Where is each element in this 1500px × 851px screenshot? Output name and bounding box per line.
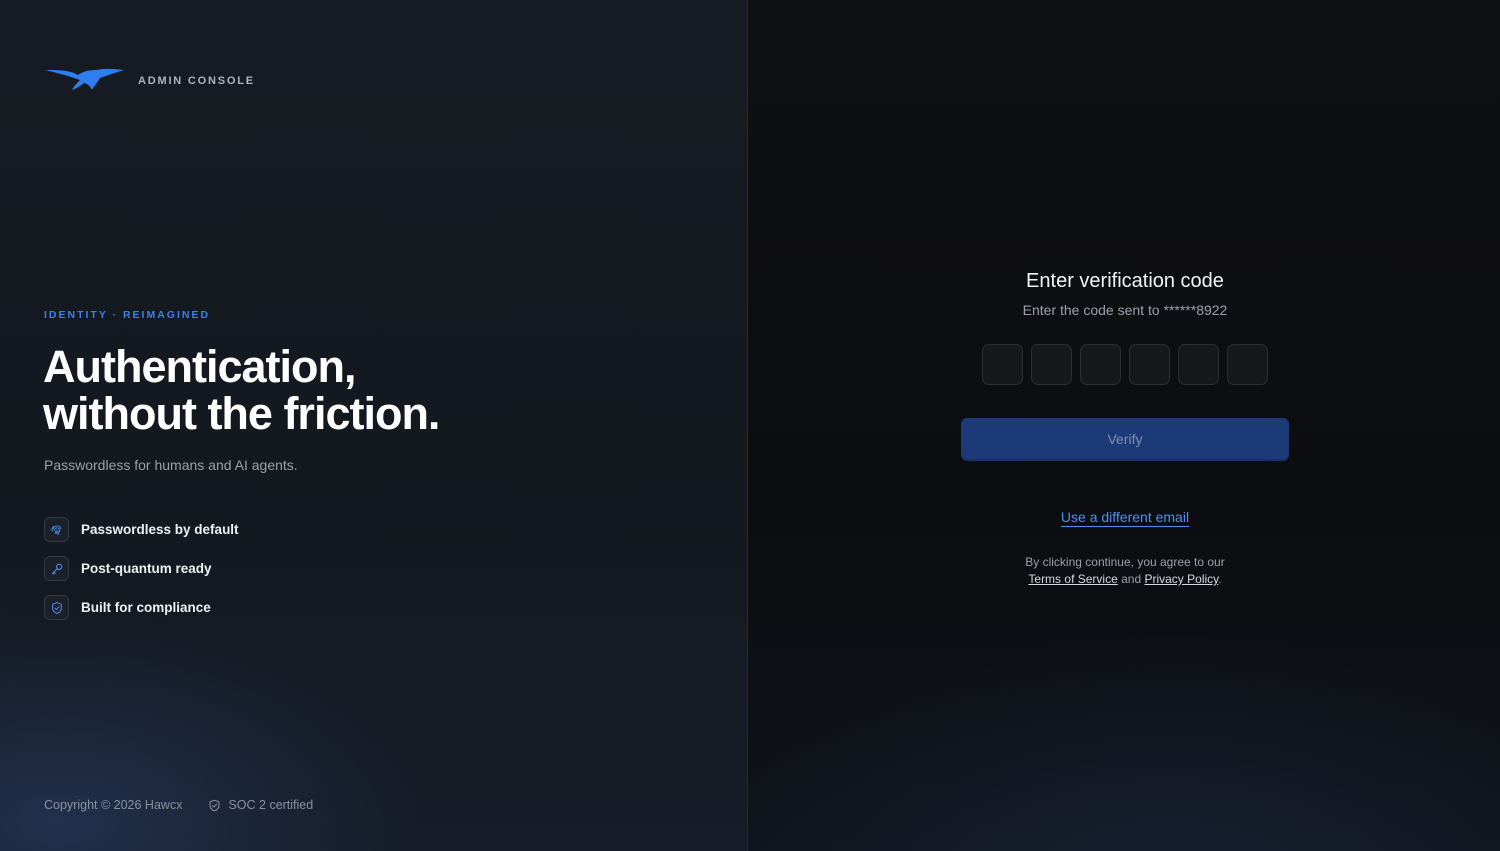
marketing-panel: ADMIN CONSOLE IDENTITY · REIMAGINED Auth… [0,0,748,851]
privacy-policy-link[interactable]: Privacy Policy [1144,572,1218,586]
verify-button[interactable]: Verify [961,418,1289,459]
otp-digit-1[interactable] [982,344,1023,385]
hero-tagline: Passwordless for humans and AI agents. [44,457,298,473]
left-footer: Copyright © 2026 Hawcx SOC 2 certified [44,798,313,812]
feature-label: Built for compliance [81,600,211,615]
otp-digit-2[interactable] [1031,344,1072,385]
feature-label: Passwordless by default [81,522,239,537]
feature-label: Post-quantum ready [81,561,212,576]
auth-panel: Enter verification code Enter the code s… [748,0,1500,851]
hero-headline: Authentication, without the friction. [43,343,603,437]
login-page: ADMIN CONSOLE IDENTITY · REIMAGINED Auth… [0,0,1500,851]
copyright-text: Copyright © 2026 Hawcx [44,798,183,812]
hero-headline-line1: Authentication, [43,341,356,392]
feature-list: Passwordless by default Post-quantum rea… [44,517,239,634]
fingerprint-icon [44,517,69,542]
verification-title: Enter verification code [1026,270,1224,292]
terms-of-service-link[interactable]: Terms of Service [1028,572,1117,586]
verification-subtitle: Enter the code sent to ******8922 [1022,302,1228,318]
feature-item: Built for compliance [44,595,239,620]
key-icon [44,556,69,581]
otp-digit-5[interactable] [1178,344,1219,385]
hero-headline-line2: without the friction. [43,388,440,439]
legal-notice: By clicking continue, you agree to our T… [960,554,1290,588]
feature-item: Passwordless by default [44,517,239,542]
otp-input-group [960,344,1290,385]
otp-digit-4[interactable] [1129,344,1170,385]
otp-digit-3[interactable] [1080,344,1121,385]
hero-eyebrow: IDENTITY · REIMAGINED [44,309,211,321]
brand: ADMIN CONSOLE [44,66,255,96]
soc-badge-label: SOC 2 certified [228,798,314,812]
hawk-logo-icon [45,68,124,90]
verification-card: Enter verification code Enter the code s… [960,268,1290,588]
brand-name: ADMIN CONSOLE [138,75,255,87]
feature-item: Post-quantum ready [44,556,239,581]
shield-check-icon [44,595,69,620]
legal-suffix: . [1218,572,1222,586]
legal-and: and [1121,572,1142,586]
shield-check-icon [209,799,220,811]
legal-prefix: By clicking continue, you agree to our [1025,555,1225,569]
otp-digit-6[interactable] [1227,344,1268,385]
soc-badge: SOC 2 certified [208,798,313,812]
use-different-email-link[interactable]: Use a different email [1060,509,1190,527]
